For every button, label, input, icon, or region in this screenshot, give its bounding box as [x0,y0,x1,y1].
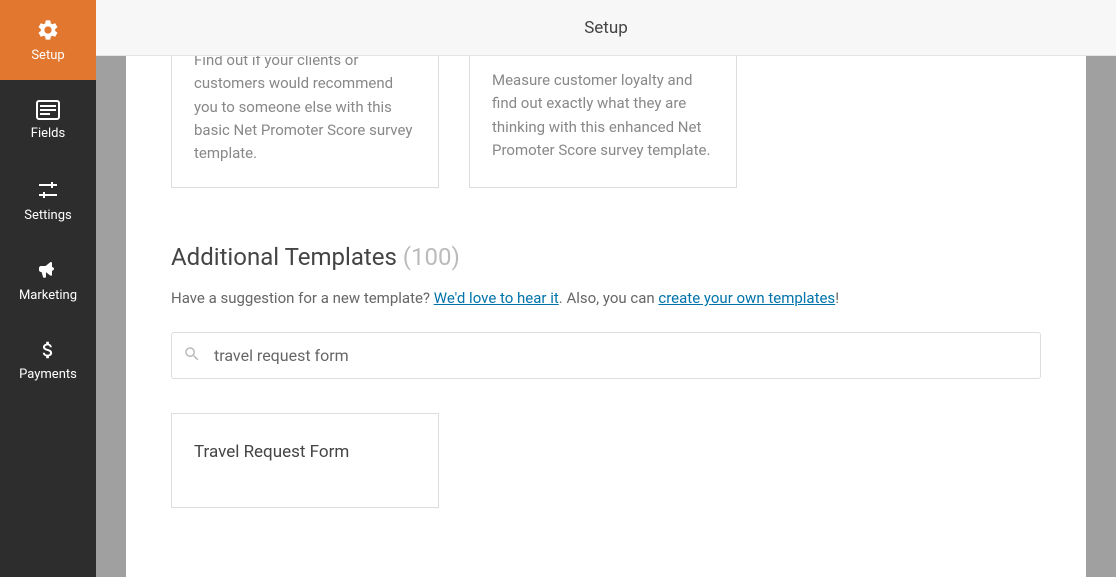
bullhorn-icon [36,258,60,282]
template-card-title: Form [492,56,714,57]
template-card[interactable]: Find out if your clients or customers wo… [171,56,439,188]
suggestion-suffix: ! [835,289,839,307]
template-card-row: Find out if your clients or customers wo… [171,56,1041,188]
fields-icon [36,100,60,120]
suggestion-mid: . Also, you can [559,289,659,307]
topbar: Setup [96,0,1116,56]
template-card-desc: Find out if your clients or customers wo… [194,56,416,165]
sidebar-item-payments[interactable]: Payments [0,320,96,400]
sidebar-item-label: Marketing [19,288,77,303]
result-card[interactable]: Travel Request Form [171,413,439,508]
content-area: Find out if your clients or customers wo… [126,56,1086,577]
page-title: Setup [584,18,628,38]
suggestion-link-create[interactable]: create your own templates [658,289,835,307]
suggestion-text: Have a suggestion for a new template? We… [171,289,1041,307]
sidebar-item-fields[interactable]: Fields [0,80,96,160]
search-wrap [171,332,1041,379]
section-heading: Additional Templates (100) [171,243,1041,271]
outer-content: Find out if your clients or customers wo… [96,56,1116,577]
sidebar-item-settings[interactable]: Settings [0,160,96,240]
suggestion-prefix: Have a suggestion for a new template? [171,289,434,307]
section-heading-text: Additional Templates [171,243,397,271]
result-grid: Travel Request Form [171,413,1041,508]
section-heading-count: (100) [403,243,460,271]
sidebar-item-label: Fields [31,126,65,141]
sidebar-item-label: Payments [19,367,77,382]
sidebar-item-setup[interactable]: Setup [0,0,96,80]
template-card[interactable]: Form Measure customer loyalty and find o… [469,56,737,188]
template-card-desc: Measure customer loyalty and find out ex… [492,69,714,162]
sidebar-item-label: Settings [24,208,71,223]
search-input[interactable] [171,332,1041,379]
sliders-icon [36,178,60,202]
result-card-title: Travel Request Form [194,442,416,462]
gear-icon [36,18,60,42]
search-icon [183,345,201,367]
dollar-icon [37,339,59,361]
sidebar-item-marketing[interactable]: Marketing [0,240,96,320]
sidebar-item-label: Setup [31,48,64,63]
sidebar: Setup Fields Settings Marketing Payments [0,0,96,577]
suggestion-link-feedback[interactable]: We'd love to hear it [434,289,559,307]
